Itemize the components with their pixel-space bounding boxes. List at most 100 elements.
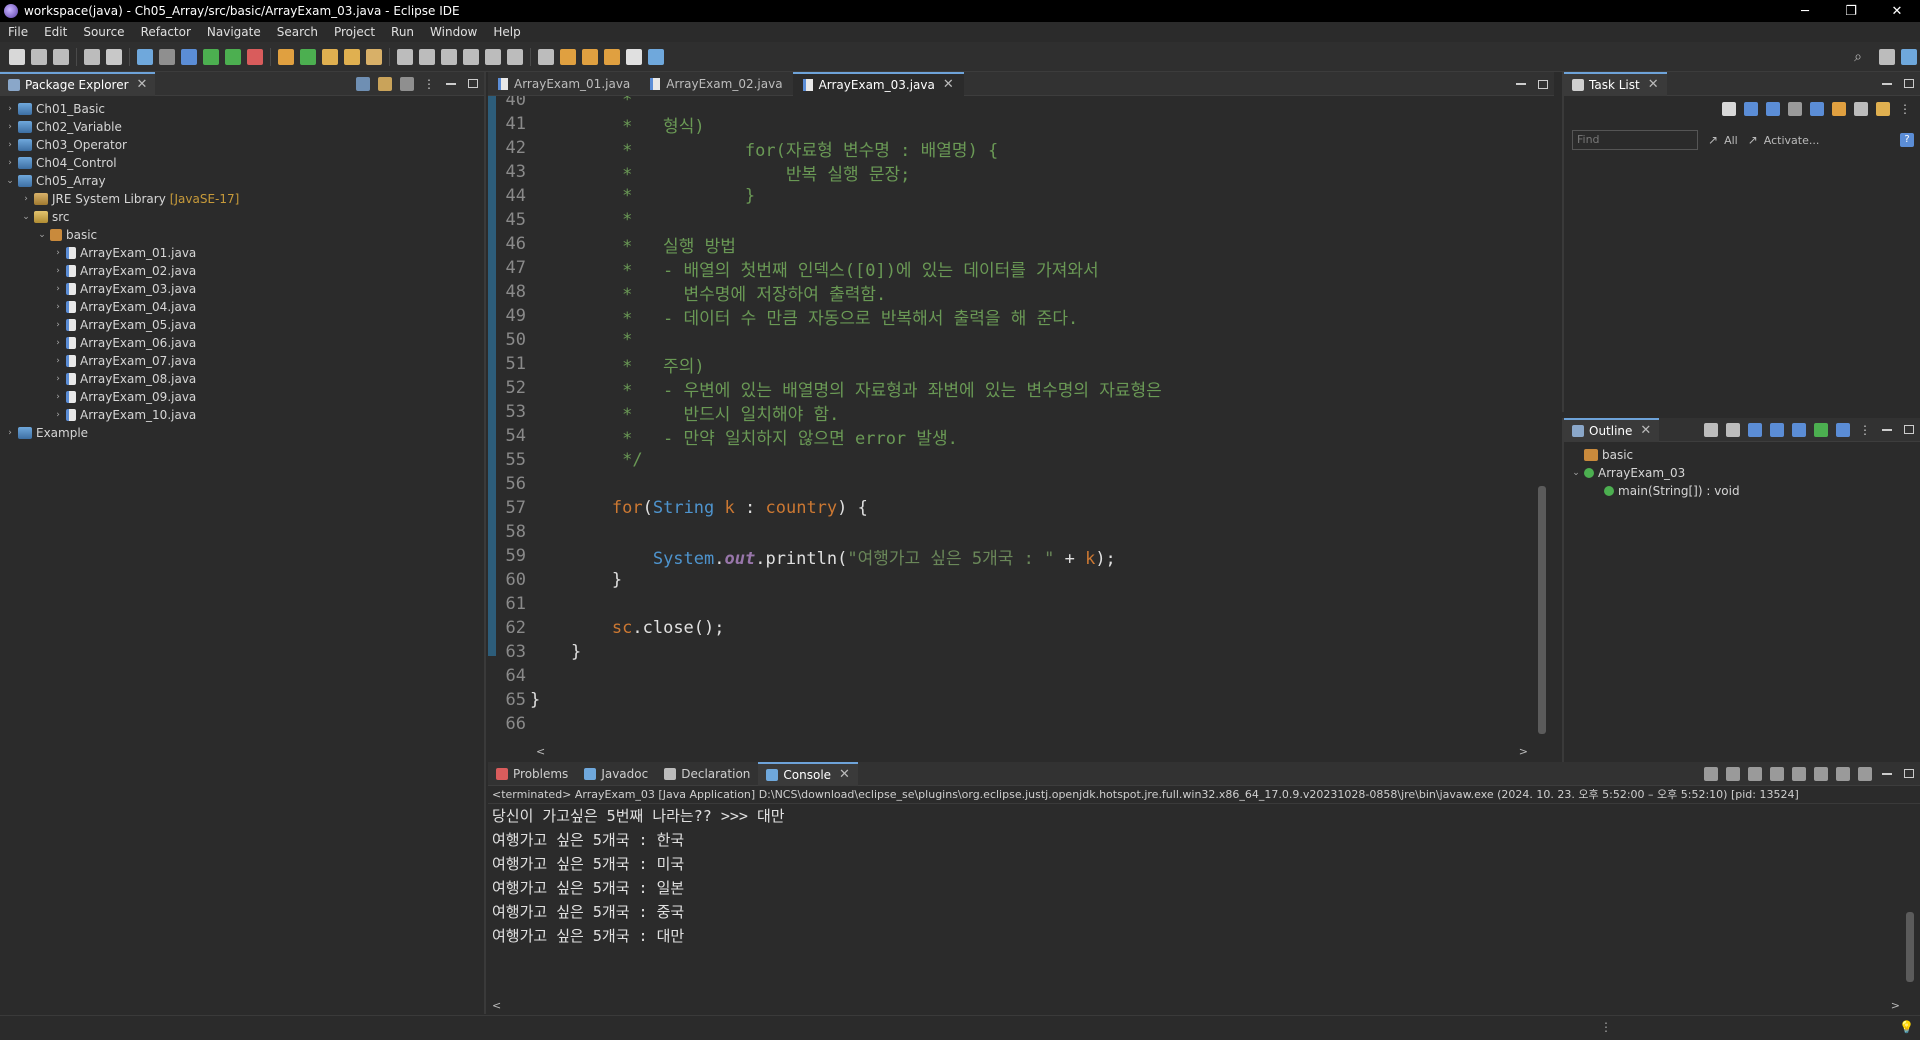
menu-window[interactable]: Window [422,25,485,39]
close-button[interactable]: ✕ [1874,0,1920,22]
block-select-icon[interactable] [485,48,501,65]
tab-declaration[interactable]: Declaration [656,762,758,786]
search-icon[interactable] [397,48,413,65]
help-icon[interactable]: ? [1900,133,1914,147]
code-line[interactable]: 41 * 형식) [488,112,705,137]
outline-item[interactable]: ⌄ ArrayExam_03 [1564,464,1920,482]
collapse-all-icon[interactable] [356,76,370,91]
tree-item-arrayexam-08-java[interactable]: › ArrayExam_08.java [0,370,484,388]
code-line[interactable]: 55 */ [488,448,643,472]
focus-icon[interactable] [1876,102,1890,116]
remove-launch-icon[interactable] [1726,766,1740,781]
menu-search[interactable]: Search [269,25,326,39]
filter-icon[interactable] [400,76,414,91]
expanded-chevron-icon[interactable]: ⌄ [36,230,48,240]
collapsed-chevron-icon[interactable]: › [20,194,32,204]
tree-item-src[interactable]: ⌄ src [0,208,484,226]
maximize-icon[interactable] [1904,425,1914,434]
code-line[interactable]: 60 } [488,568,623,592]
collapsed-chevron-icon[interactable]: › [52,266,64,276]
save-icon[interactable] [31,48,47,65]
collapsed-chevron-icon[interactable]: › [52,302,64,312]
code-line[interactable]: 64 [488,664,530,688]
highlight-icon[interactable] [441,48,457,65]
tab-javadoc[interactable]: Javadoc [576,762,656,786]
expanded-chevron-icon[interactable]: ⌄ [1570,468,1582,478]
menu-run[interactable]: Run [383,25,422,39]
collapsed-chevron-icon[interactable]: › [52,374,64,384]
collapsed-chevron-icon[interactable]: › [4,158,16,168]
code-line[interactable]: 56 [488,472,530,496]
code-line[interactable]: 47 * - 배열의 첫번째 인덱스([0])에 있는 데이터를 가져와서 [488,256,1099,281]
minimize-icon[interactable] [1882,428,1892,431]
debug-icon[interactable] [181,48,197,65]
maximize-icon[interactable] [1904,769,1914,778]
code-line[interactable]: 49 * - 데이터 수 만큼 자동으로 반복해서 출력을 해 준다. [488,304,1079,329]
categorize-icon[interactable] [1744,102,1758,116]
collapsed-chevron-icon[interactable]: › [52,284,64,294]
forward-icon[interactable] [626,48,642,65]
code-line[interactable]: 54 * - 만약 일치하지 않으면 error 발생. [488,424,958,449]
scroll-lock-icon[interactable] [1770,766,1784,781]
code-line[interactable]: 42 * for(자료형 변수명 : 배열명) { [488,136,999,161]
search-icon[interactable]: ⌕ [1854,49,1862,65]
open-task-icon[interactable] [366,48,382,65]
coverage-icon[interactable] [225,48,241,65]
collapsed-chevron-icon[interactable]: › [52,320,64,330]
collapsed-chevron-icon[interactable]: › [52,338,64,348]
sync-icon[interactable] [1788,102,1802,116]
tab-problems[interactable]: Problems [488,762,576,786]
code-line[interactable]: 51 * 주의) [488,352,705,377]
new-class-icon[interactable] [322,48,338,65]
tab-arrayexam-01[interactable]: ArrayExam_01.java [488,72,640,96]
hide-local-types-icon[interactable] [1814,422,1828,437]
open-type-icon[interactable] [344,48,360,65]
tree-item-basic[interactable]: ⌄ basic [0,226,484,244]
editor-vertical-scrollbar[interactable] [1536,96,1548,742]
close-icon[interactable]: ✕ [943,77,954,92]
scrollbar-thumb[interactable] [1906,912,1914,982]
undo-icon[interactable] [84,48,100,65]
next-annotation-icon[interactable] [582,48,598,65]
tab-arrayexam-02[interactable]: ArrayExam_02.java [640,72,792,96]
tree-item-arrayexam-07-java[interactable]: › ArrayExam_07.java [0,352,484,370]
tree-item-ch03-operator[interactable]: › Ch03_Operator [0,136,484,154]
menu-file[interactable]: File [0,25,36,39]
scrollbar-thumb[interactable] [1538,486,1546,734]
tree-item-arrayexam-10-java[interactable]: › ArrayExam_10.java [0,406,484,424]
menu-help[interactable]: Help [485,25,528,39]
save-all-icon[interactable] [53,48,69,65]
skip-breakpoints-icon[interactable] [159,48,175,65]
hide-static-icon[interactable] [1770,422,1784,437]
hide-fields-icon[interactable] [1748,422,1762,437]
new-task-icon[interactable] [1722,102,1736,116]
code-line[interactable]: 50 * [488,328,633,352]
collapsed-chevron-icon[interactable]: › [52,248,64,258]
new-java-project-icon[interactable] [278,48,294,65]
sort-icon[interactable] [1832,102,1846,116]
close-icon[interactable]: ✕ [1648,77,1659,92]
code-line[interactable]: 53 * 반드시 일치해야 함. [488,400,840,425]
tree-item-arrayexam-01-java[interactable]: › ArrayExam_01.java [0,244,484,262]
tree-item-arrayexam-03-java[interactable]: › ArrayExam_03.java [0,280,484,298]
code-line[interactable]: 65} [488,688,541,712]
menu-navigate[interactable]: Navigate [199,25,269,39]
code-editor[interactable]: 40 * 41 * 형식) 42 * for(자료형 변수명 : 배열명) {43 … [488,96,1554,742]
minimize-icon[interactable] [446,82,456,85]
collapse-icon[interactable] [1854,102,1868,116]
word-wrap-icon[interactable] [1792,766,1806,781]
tree-item-ch04-control[interactable]: › Ch04_Control [0,154,484,172]
tree-item-arrayexam-02-java[interactable]: › ArrayExam_02.java [0,262,484,280]
code-line[interactable]: 46 * 실행 방법 [488,232,736,257]
collapsed-chevron-icon[interactable]: › [4,140,16,150]
tab-arrayexam-03[interactable]: ArrayExam_03.java ✕ [792,71,964,96]
code-line[interactable]: 59 System.out.println("여행가고 싶은 5개국 : " +… [488,544,1116,569]
collapsed-chevron-icon[interactable]: › [52,392,64,402]
run-icon[interactable] [203,48,219,65]
editor-horizontal-scrollbar[interactable]: < > [534,742,1530,760]
outline-item[interactable]: main(String[]) : void [1564,482,1920,500]
code-line[interactable]: 52 * - 우변에 있는 배열명의 자료형과 좌변에 있는 변수명의 자료형은 [488,376,1162,401]
pin-console-icon[interactable] [1814,766,1828,781]
code-line[interactable]: 48 * 변수명에 저장하여 출력함. [488,280,887,305]
tab-task-list[interactable]: Task List ✕ [1564,71,1667,96]
